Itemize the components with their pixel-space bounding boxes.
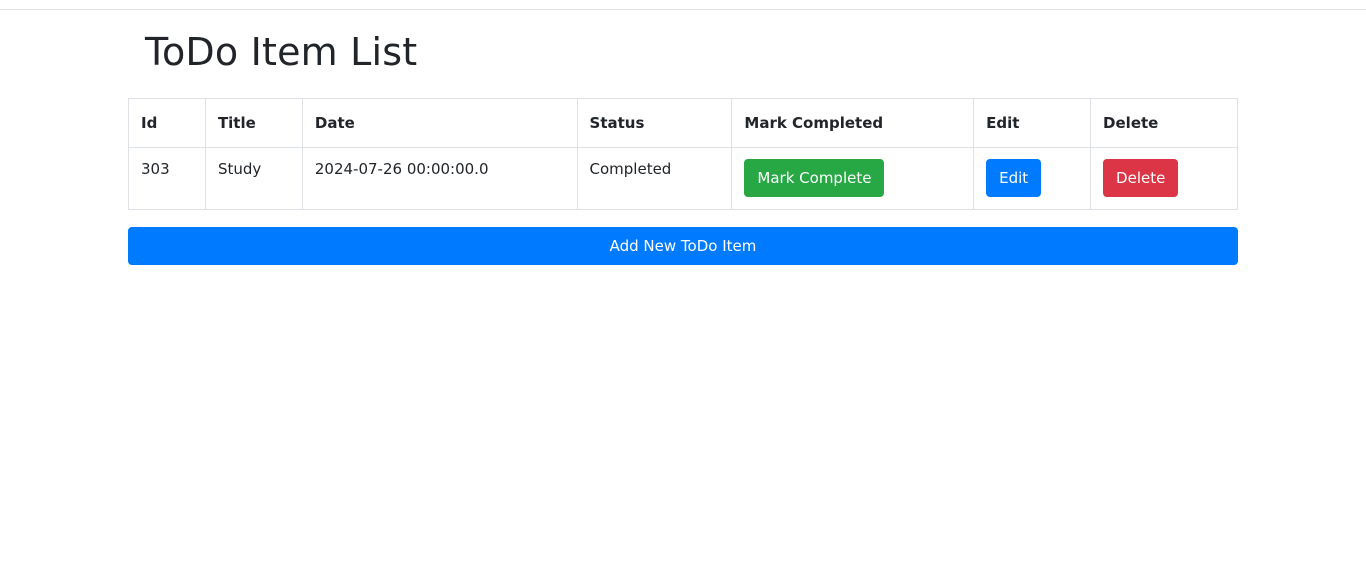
edit-button[interactable]: Edit (986, 159, 1042, 197)
cell-edit: Edit (973, 147, 1092, 210)
cell-date: 2024-07-26 00:00:00.0 (301, 147, 578, 210)
column-header-id: Id (128, 98, 206, 148)
delete-button[interactable]: Delete (1103, 159, 1179, 197)
top-divider (0, 9, 1366, 10)
cell-mark-complete: Mark Complete (731, 147, 975, 210)
cell-delete: Delete (1090, 147, 1238, 210)
todo-table: Id Title Date Status Mark Completed Edit… (128, 98, 1238, 210)
mark-complete-button[interactable]: Mark Complete (744, 159, 885, 197)
cell-status: Completed (576, 147, 733, 210)
column-header-date: Date (301, 98, 578, 148)
page-title: ToDo Item List (145, 30, 418, 74)
column-header-mark-completed: Mark Completed (731, 98, 975, 148)
table-row: 303 Study 2024-07-26 00:00:00.0 Complete… (128, 147, 1238, 210)
column-header-title: Title (204, 98, 303, 148)
cell-id: 303 (128, 147, 206, 210)
add-todo-button[interactable]: Add New ToDo Item (128, 227, 1238, 265)
column-header-status: Status (576, 98, 733, 148)
cell-title: Study (204, 147, 303, 210)
column-header-delete: Delete (1090, 98, 1238, 148)
column-header-edit: Edit (973, 98, 1092, 148)
table-header-row: Id Title Date Status Mark Completed Edit… (128, 98, 1238, 148)
